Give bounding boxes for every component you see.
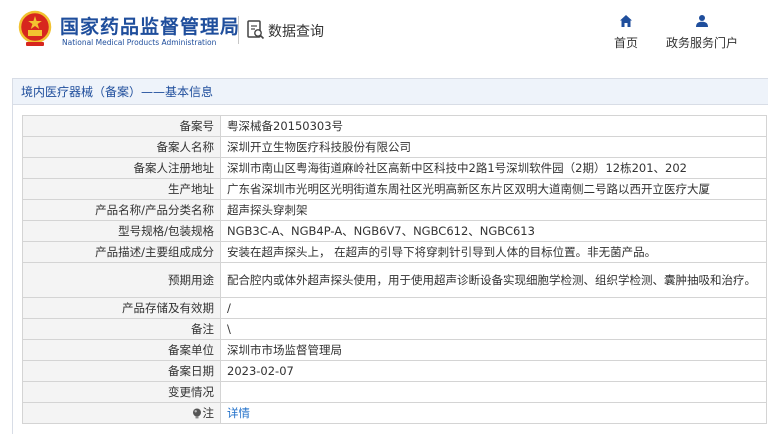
field-value: 广东省深圳市光明区光明街道东周社区光明高新区东片区双明大道南侧二号路以西开立医疗… bbox=[220, 178, 767, 200]
note-label: 注 bbox=[202, 406, 215, 420]
field-value: 深圳市南山区粤海街道麻岭社区高新中区科技中2路1号深圳软件园（2期）12栋201… bbox=[220, 157, 767, 179]
table-row: 备案号 粤深械备20150303号 bbox=[22, 115, 767, 137]
field-label: 生产地址 bbox=[22, 178, 221, 200]
field-value: 超声探头穿刺架 bbox=[220, 199, 767, 221]
nav-gov-service-label: 政务服务门户 bbox=[665, 36, 738, 50]
field-value: / bbox=[220, 297, 767, 319]
section-title: 数据查询 bbox=[268, 24, 324, 40]
table-row: 备注 \ bbox=[22, 318, 767, 340]
table-row: 变更情况 bbox=[22, 381, 767, 403]
field-label: 变更情况 bbox=[22, 381, 221, 403]
note-label-cell: 注 bbox=[22, 402, 221, 424]
table-row: 生产地址 广东省深圳市光明区光明街道东周社区光明高新区东片区双明大道南侧二号路以… bbox=[22, 178, 767, 200]
table-row: 备案人名称 深圳开立生物医疗科技股份有限公司 bbox=[22, 136, 767, 158]
detail-panel: 境内医疗器械（备案）——基本信息 备案号 粤深械备20150303号 备案人名称… bbox=[12, 78, 768, 434]
table-row: 备案单位 深圳市市场监督管理局 bbox=[22, 339, 767, 361]
field-value: \ bbox=[220, 318, 767, 340]
field-value bbox=[220, 381, 767, 403]
field-label: 备案号 bbox=[22, 115, 221, 137]
field-label: 预期用途 bbox=[22, 262, 221, 298]
national-emblem-icon bbox=[18, 10, 52, 46]
note-value: 详情 bbox=[220, 402, 767, 424]
breadcrumb-category[interactable]: 境内医疗器械（备案） bbox=[21, 85, 141, 99]
table-row: 预期用途 配合腔内或体外超声探头使用，用于使用超声诊断设备实现细胞学检测、组织学… bbox=[22, 262, 767, 298]
field-label: 产品存储及有效期 bbox=[22, 297, 221, 319]
field-label: 备案人注册地址 bbox=[22, 157, 221, 179]
table-row: 注 详情 bbox=[22, 402, 767, 424]
field-value: 粤深械备20150303号 bbox=[220, 115, 767, 137]
nav-home-label: 首页 bbox=[613, 36, 638, 50]
table-row: 备案人注册地址 深圳市南山区粤海街道麻岭社区高新中区科技中2路1号深圳软件园（2… bbox=[22, 157, 767, 179]
header-divider bbox=[238, 16, 239, 44]
table-row: 产品存储及有效期 / bbox=[22, 297, 767, 319]
user-icon bbox=[696, 15, 708, 27]
field-label: 型号规格/包装规格 bbox=[22, 220, 221, 242]
data-query-icon bbox=[247, 20, 265, 40]
field-label: 备注 bbox=[22, 318, 221, 340]
site-title-cn[interactable]: 国家药品监督管理局 bbox=[60, 12, 240, 39]
table-row: 型号规格/包装规格 NGB3C-A、NGB4P-A、NGB6V7、NGBC612… bbox=[22, 220, 767, 242]
field-value: NGB3C-A、NGB4P-A、NGB6V7、NGBC612、NGBC613 bbox=[220, 220, 767, 242]
field-value: 配合腔内或体外超声探头使用，用于使用超声诊断设备实现细胞学检测、组织学检测、囊肿… bbox=[220, 262, 767, 298]
table-row: 产品描述/主要组成成分 安装在超声探头上， 在超声的引导下将穿刺针引导到人体的目… bbox=[22, 241, 767, 263]
detail-link[interactable]: 详情 bbox=[227, 406, 250, 420]
table-row: 备案日期 2023-02-07 bbox=[22, 360, 767, 382]
breadcrumb-page: 基本信息 bbox=[165, 85, 214, 99]
breadcrumb: 境内医疗器械（备案）——基本信息 bbox=[13, 79, 768, 105]
field-value: 深圳开立生物医疗科技股份有限公司 bbox=[220, 136, 767, 158]
field-value: 深圳市市场监督管理局 bbox=[220, 339, 767, 361]
field-label: 备案单位 bbox=[22, 339, 221, 361]
record-table: 备案号 粤深械备20150303号 备案人名称 深圳开立生物医疗科技股份有限公司… bbox=[22, 115, 767, 424]
field-label: 备案日期 bbox=[22, 360, 221, 382]
breadcrumb-separator: —— bbox=[141, 85, 166, 99]
home-icon bbox=[620, 15, 632, 27]
field-value: 安装在超声探头上， 在超声的引导下将穿刺针引导到人体的目标位置。非无菌产品。 bbox=[220, 241, 767, 263]
field-label: 备案人名称 bbox=[22, 136, 221, 158]
site-title-en: National Medical Products Administration bbox=[62, 38, 217, 47]
nav-home[interactable]: 首页 bbox=[606, 14, 646, 51]
nav-gov-service[interactable]: 政务服务门户 bbox=[656, 14, 748, 51]
field-label: 产品名称/产品分类名称 bbox=[22, 199, 221, 221]
site-header: 国家药品监督管理局 National Medical Products Admi… bbox=[0, 0, 768, 62]
field-label: 产品描述/主要组成成分 bbox=[22, 241, 221, 263]
table-row: 产品名称/产品分类名称 超声探头穿刺架 bbox=[22, 199, 767, 221]
field-value: 2023-02-07 bbox=[220, 360, 767, 382]
note-icon bbox=[192, 408, 201, 419]
